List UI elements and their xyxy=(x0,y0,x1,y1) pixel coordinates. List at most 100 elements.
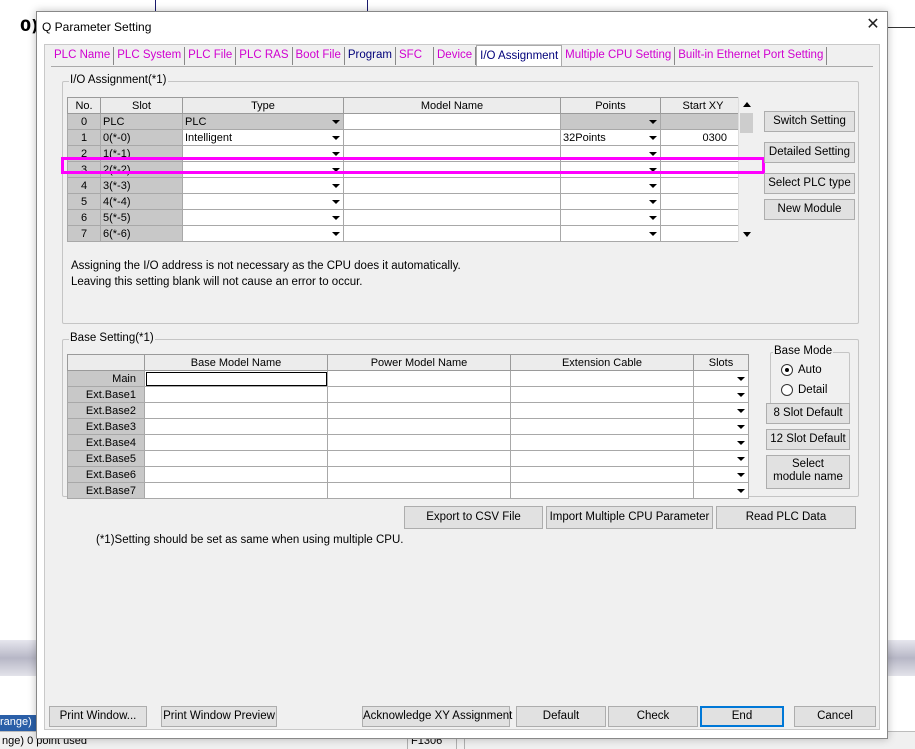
tab-ethernet-port-setting[interactable]: Built-in Ethernet Port Setting xyxy=(675,47,828,65)
power-model-name-input[interactable] xyxy=(327,434,511,451)
dropdown-arrow-icon[interactable] xyxy=(737,409,745,413)
base-model-name-input[interactable] xyxy=(144,434,328,451)
extension-cable-input[interactable] xyxy=(510,482,694,499)
acknowledge-xy-button[interactable]: Acknowledge XY Assignment xyxy=(362,706,512,727)
extension-cable-input[interactable] xyxy=(510,466,694,483)
power-model-name-input[interactable] xyxy=(327,402,511,419)
print-window-button[interactable]: Print Window... xyxy=(49,706,147,727)
tab-device[interactable]: Device xyxy=(434,47,477,65)
base-mode-auto-radio[interactable]: Auto xyxy=(781,364,822,376)
points-select[interactable]: 32Points xyxy=(560,129,661,146)
model-name-input[interactable] xyxy=(343,177,561,194)
slots-select[interactable] xyxy=(693,386,749,403)
power-model-name-input[interactable] xyxy=(327,482,511,499)
default-button[interactable]: Default xyxy=(516,706,606,727)
model-name-input[interactable] xyxy=(343,225,561,242)
points-select[interactable] xyxy=(560,113,661,130)
slots-select[interactable] xyxy=(693,370,749,387)
read-plc-data-button[interactable]: Read PLC Data xyxy=(716,506,856,529)
base-model-name-input[interactable] xyxy=(144,482,328,499)
start-xy-input[interactable] xyxy=(660,177,746,194)
twelve-slot-default-button[interactable]: 12 Slot Default xyxy=(766,429,850,450)
scroll-down-icon[interactable] xyxy=(743,232,751,237)
tab-plc-ras[interactable]: PLC RAS xyxy=(236,47,293,65)
tab-boot-file[interactable]: Boot File xyxy=(292,47,345,65)
slots-select[interactable] xyxy=(693,466,749,483)
base-model-name-input[interactable] xyxy=(144,370,328,387)
end-button[interactable]: End xyxy=(700,706,784,727)
dropdown-arrow-icon[interactable] xyxy=(737,393,745,397)
dropdown-arrow-icon[interactable] xyxy=(649,200,657,204)
start-xy-input[interactable] xyxy=(660,225,746,242)
start-xy-input[interactable] xyxy=(660,209,746,226)
dropdown-arrow-icon[interactable] xyxy=(737,473,745,477)
slots-select[interactable] xyxy=(693,434,749,451)
extension-cable-input[interactable] xyxy=(510,386,694,403)
slots-select[interactable] xyxy=(693,402,749,419)
slots-select[interactable] xyxy=(693,418,749,435)
base-model-name-input[interactable] xyxy=(144,386,328,403)
power-model-name-input[interactable] xyxy=(327,386,511,403)
radio-selected-icon[interactable] xyxy=(781,364,793,376)
power-model-name-input[interactable] xyxy=(327,418,511,435)
switch-setting-button[interactable]: Switch Setting xyxy=(764,111,855,132)
background-tab[interactable]: range) xyxy=(0,715,36,731)
check-button[interactable]: Check xyxy=(608,706,698,727)
export-csv-button[interactable]: Export to CSV File xyxy=(404,506,543,529)
power-model-name-input[interactable] xyxy=(327,450,511,467)
start-xy-input[interactable] xyxy=(660,193,746,210)
dropdown-arrow-icon[interactable] xyxy=(649,184,657,188)
model-name-input[interactable] xyxy=(343,209,561,226)
eight-slot-default-button[interactable]: 8 Slot Default xyxy=(766,403,850,424)
tab-plc-name[interactable]: PLC Name xyxy=(51,47,115,65)
base-model-name-input[interactable] xyxy=(144,466,328,483)
power-model-name-input[interactable] xyxy=(327,370,511,387)
dropdown-arrow-icon[interactable] xyxy=(332,120,340,124)
detailed-setting-button[interactable]: Detailed Setting xyxy=(764,142,855,163)
dropdown-arrow-icon[interactable] xyxy=(332,184,340,188)
scroll-up-icon[interactable] xyxy=(743,102,751,107)
scroll-thumb[interactable] xyxy=(740,113,753,133)
tab-program[interactable]: Program xyxy=(344,47,396,65)
dropdown-arrow-icon[interactable] xyxy=(332,232,340,236)
dropdown-arrow-icon[interactable] xyxy=(649,136,657,140)
print-window-preview-button[interactable]: Print Window Preview xyxy=(161,706,277,727)
model-name-input[interactable] xyxy=(343,193,561,210)
dropdown-arrow-icon[interactable] xyxy=(737,489,745,493)
dropdown-arrow-icon[interactable] xyxy=(649,152,657,156)
select-module-name-button[interactable]: Select module name xyxy=(766,455,850,489)
base-mode-detail-radio[interactable]: Detail xyxy=(781,384,827,396)
base-model-name-input[interactable] xyxy=(144,418,328,435)
type-select[interactable]: PLC xyxy=(182,113,344,130)
extension-cable-input[interactable] xyxy=(510,402,694,419)
radio-unselected-icon[interactable] xyxy=(781,384,793,396)
extension-cable-input[interactable] xyxy=(510,450,694,467)
tab-sfc[interactable]: SFC xyxy=(396,47,434,65)
dropdown-arrow-icon[interactable] xyxy=(649,216,657,220)
start-xy-input[interactable] xyxy=(660,113,746,130)
extension-cable-input[interactable] xyxy=(510,370,694,387)
points-select[interactable] xyxy=(560,177,661,194)
dropdown-arrow-icon[interactable] xyxy=(332,200,340,204)
power-model-name-input[interactable] xyxy=(327,466,511,483)
type-select[interactable] xyxy=(182,177,344,194)
tab-plc-system[interactable]: PLC System xyxy=(114,47,186,65)
extension-cable-input[interactable] xyxy=(510,418,694,435)
slots-select[interactable] xyxy=(693,450,749,467)
base-model-name-input[interactable] xyxy=(144,450,328,467)
model-name-input[interactable] xyxy=(343,129,561,146)
base-model-name-input[interactable] xyxy=(144,402,328,419)
dropdown-arrow-icon[interactable] xyxy=(737,441,745,445)
start-xy-input[interactable]: 0300 xyxy=(660,129,746,146)
slots-select[interactable] xyxy=(693,482,749,499)
dropdown-arrow-icon[interactable] xyxy=(737,425,745,429)
type-select[interactable] xyxy=(182,209,344,226)
type-select[interactable] xyxy=(182,225,344,242)
extension-cable-input[interactable] xyxy=(510,434,694,451)
dropdown-arrow-icon[interactable] xyxy=(649,120,657,124)
dropdown-arrow-icon[interactable] xyxy=(737,377,745,381)
dropdown-arrow-icon[interactable] xyxy=(649,232,657,236)
import-multiple-cpu-button[interactable]: Import Multiple CPU Parameter xyxy=(546,506,713,529)
type-select[interactable] xyxy=(182,193,344,210)
close-icon[interactable]: ✕ xyxy=(864,16,882,34)
